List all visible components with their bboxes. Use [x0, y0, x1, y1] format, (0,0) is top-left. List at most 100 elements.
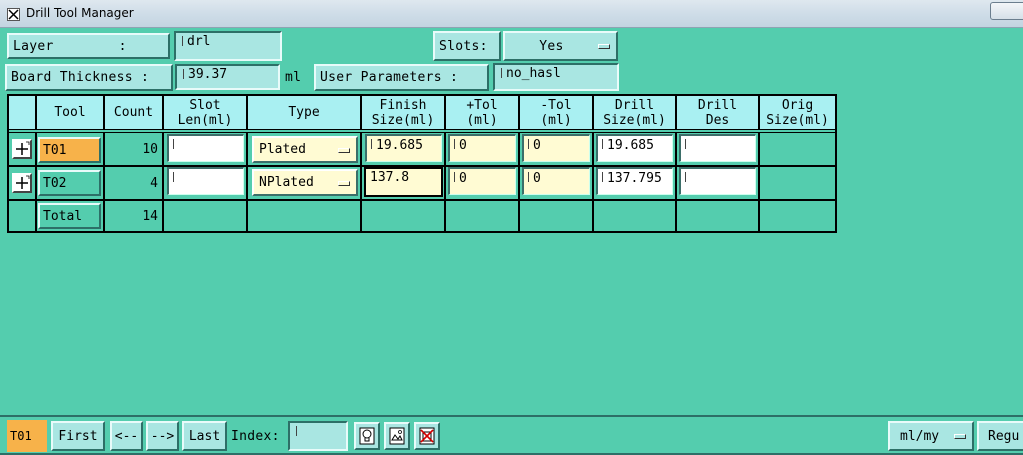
text-cursor-icon	[454, 172, 457, 182]
table-cell	[163, 200, 247, 232]
next-button[interactable]: -->	[146, 421, 179, 451]
board-thickness-field[interactable]: 39.37	[175, 64, 280, 90]
col-header-type: Type	[247, 95, 361, 130]
col-header-orig-size: Orig Size(ml)	[759, 95, 836, 130]
tool-button-t01[interactable]: T01	[38, 137, 101, 163]
plus-tol-input[interactable]: 0	[448, 167, 516, 195]
text-cursor-icon	[528, 139, 531, 149]
tool-label: T02	[43, 175, 67, 191]
dropdown-indicator-icon	[338, 147, 350, 153]
slot-len-input[interactable]	[167, 167, 244, 195]
minus-tol-value: 0	[533, 138, 541, 153]
type-dropdown[interactable]: NPlated	[252, 169, 358, 196]
drill-size-value: 137.795	[607, 171, 662, 186]
layer-field[interactable]: drl	[174, 31, 282, 61]
tool-button-t02[interactable]: T02	[38, 170, 101, 196]
picture-icon	[389, 427, 405, 445]
tool-count: 10	[142, 141, 158, 157]
first-button[interactable]: First	[51, 421, 105, 451]
table-cell	[361, 200, 445, 232]
user-parameters-field[interactable]: no_hasl	[493, 63, 619, 91]
tool-count: 4	[150, 175, 158, 191]
regular-button[interactable]: Regu	[977, 421, 1023, 451]
units-dropdown[interactable]: ml/my	[888, 421, 974, 451]
table-cell	[759, 166, 836, 200]
col-header-finish-size: Finish Size(ml)	[361, 95, 445, 130]
window-control-button[interactable]	[990, 2, 1023, 20]
table-cell	[759, 200, 836, 232]
index-label: Index:	[231, 428, 280, 444]
plus-icon	[16, 175, 30, 189]
col-header-minus-tol: -Tol (ml)	[519, 95, 593, 130]
plus-tol-value: 0	[459, 171, 467, 186]
slots-dropdown[interactable]: Yes	[503, 31, 618, 61]
finish-size-input[interactable]: 137.8	[364, 167, 443, 197]
drill-des-input[interactable]	[679, 167, 756, 195]
drill-size-input[interactable]: 19.685	[596, 134, 673, 162]
board-thickness-value: 39.37	[188, 67, 228, 82]
layer-value: drl	[187, 34, 211, 49]
delete-icon	[419, 427, 435, 445]
table-cell	[759, 132, 836, 166]
table-cell	[247, 200, 361, 232]
text-cursor-icon	[454, 139, 457, 149]
table-cell	[676, 200, 759, 232]
prev-button[interactable]: <--	[110, 421, 143, 451]
last-button[interactable]: Last	[182, 421, 227, 451]
text-cursor-icon	[296, 426, 299, 436]
finish-size-input[interactable]: 19.685	[365, 134, 442, 162]
finish-size-value: 19.685	[376, 138, 423, 153]
expand-row-button[interactable]	[12, 139, 32, 159]
thickness-unit: ml	[285, 69, 302, 85]
col-header-plus-tol: +Tol (ml)	[445, 95, 519, 130]
plus-icon	[16, 141, 30, 155]
drill-size-input[interactable]: 137.795	[596, 167, 673, 195]
type-value: Plated	[259, 142, 306, 157]
drill-size-value: 19.685	[607, 138, 654, 153]
window-title: Drill Tool Manager	[26, 6, 134, 20]
minus-tol-input[interactable]: 0	[522, 134, 590, 162]
board-thickness-label: Board Thickness :	[5, 64, 173, 91]
total-button[interactable]: Total	[38, 203, 101, 229]
minus-tol-value: 0	[533, 171, 541, 186]
minus-tol-input[interactable]: 0	[522, 167, 590, 195]
current-tool-indicator: T01	[7, 420, 47, 452]
total-label: Total	[43, 208, 83, 224]
table-cell	[519, 200, 593, 232]
slots-value: Yes	[539, 38, 564, 54]
table-cell	[8, 200, 36, 232]
delete-button[interactable]	[414, 422, 440, 450]
slots-label: Slots:	[433, 31, 501, 61]
image-button[interactable]	[384, 422, 410, 450]
dropdown-indicator-icon	[954, 434, 966, 439]
text-cursor-icon	[501, 68, 504, 78]
text-cursor-icon	[183, 69, 186, 79]
expand-row-button[interactable]	[12, 173, 32, 193]
col-header-count: Count	[104, 95, 163, 130]
slot-len-input[interactable]	[167, 134, 244, 162]
drill-des-input[interactable]	[679, 134, 756, 162]
lightbulb-button[interactable]	[354, 422, 380, 450]
app-x-icon	[7, 8, 20, 21]
dropdown-indicator-icon	[598, 44, 610, 49]
dropdown-indicator-icon	[338, 180, 350, 186]
col-header-expand	[8, 95, 36, 130]
total-count: 14	[142, 208, 158, 224]
col-header-drill-des: Drill Des	[676, 95, 759, 130]
type-dropdown[interactable]: Plated	[252, 136, 358, 163]
text-cursor-icon	[685, 172, 688, 182]
col-header-drill-size: Drill Size(ml)	[593, 95, 676, 130]
text-cursor-icon	[371, 139, 374, 149]
text-cursor-icon	[173, 172, 176, 182]
text-cursor-icon	[685, 139, 688, 149]
layer-label: Layer :	[7, 33, 170, 59]
title-bar: Drill Tool Manager	[0, 0, 1023, 28]
plus-tol-input[interactable]: 0	[448, 134, 516, 162]
index-input[interactable]	[288, 421, 348, 451]
lightbulb-icon	[359, 427, 375, 445]
col-header-tool: Tool	[36, 95, 104, 130]
text-cursor-icon	[528, 172, 531, 182]
tool-label: T01	[43, 142, 67, 158]
col-header-slot-len: Slot Len(ml)	[163, 95, 247, 130]
text-cursor-icon	[182, 36, 185, 46]
